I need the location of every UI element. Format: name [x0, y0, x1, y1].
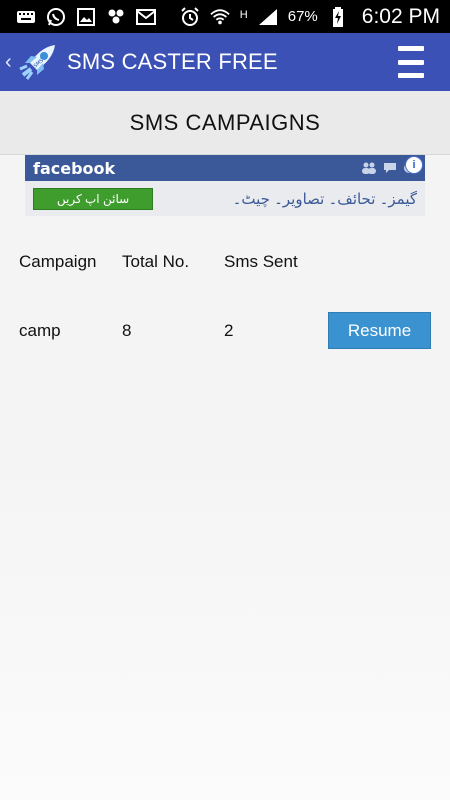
facebook-ad-banner[interactable]: facebook i سائن اپ کریں گیمز۔ تحائف۔ تصا…: [25, 155, 425, 216]
back-arrow-icon[interactable]: ‹: [5, 51, 15, 74]
battery-charging-icon: [328, 6, 348, 27]
clock: 6:02 PM: [361, 4, 440, 28]
section-header: SMS CAMPAIGNS: [0, 91, 450, 155]
battery-percent: 67%: [287, 8, 318, 25]
friends-icon: [362, 162, 376, 174]
column-header-total: Total No.: [122, 252, 190, 271]
app-bar: ‹ SMS SMS CASTER FREE: [0, 33, 450, 91]
page-title: SMS CAMPAIGNS: [129, 109, 321, 135]
whatsapp-icon: [46, 7, 66, 27]
wifi-icon: [210, 7, 230, 27]
blackberry-icon: [106, 7, 126, 27]
rocket-logo-icon[interactable]: SMS: [17, 41, 59, 83]
status-bar: H 67% 6:02 PM: [0, 0, 450, 33]
alarm-icon: [180, 6, 200, 27]
messages-icon: [384, 163, 396, 173]
ad-body: سائن اپ کریں گیمز۔ تحائف۔ تصاویر۔ چیٹ۔: [25, 181, 425, 216]
column-header-campaign: Campaign: [19, 252, 97, 271]
network-type-label: H: [239, 8, 248, 21]
campaign-total: 8: [122, 321, 132, 340]
signal-icon: [258, 7, 278, 27]
menu-bar-icon: [398, 73, 424, 78]
campaign-sms-sent: 2: [224, 321, 234, 340]
facebook-logo: facebook: [33, 158, 116, 178]
system-icons: H 67% 6:02 PM: [180, 5, 440, 29]
notification-icons: [16, 7, 156, 27]
keyboard-icon: [16, 7, 36, 27]
menu-bar-icon: [398, 46, 424, 51]
ad-header: facebook: [25, 155, 425, 181]
app-title: SMS CASTER FREE: [67, 49, 278, 74]
column-header-sms-sent: Sms Sent: [224, 252, 298, 271]
menu-bar-icon: [398, 59, 424, 65]
menu-button[interactable]: [398, 46, 424, 78]
resume-button[interactable]: Resume: [328, 312, 431, 349]
ad-info-icon[interactable]: i: [405, 156, 423, 174]
gallery-icon: [76, 7, 96, 27]
ad-signup-button[interactable]: سائن اپ کریں: [33, 187, 153, 210]
campaign-name: camp: [19, 321, 61, 340]
email-icon: [136, 7, 156, 27]
campaign-table-header: Campaign Total No. Sms Sent: [0, 247, 450, 277]
ad-tagline: گیمز۔ تحائف۔ تصاویر۔ چیٹ۔: [232, 190, 417, 208]
